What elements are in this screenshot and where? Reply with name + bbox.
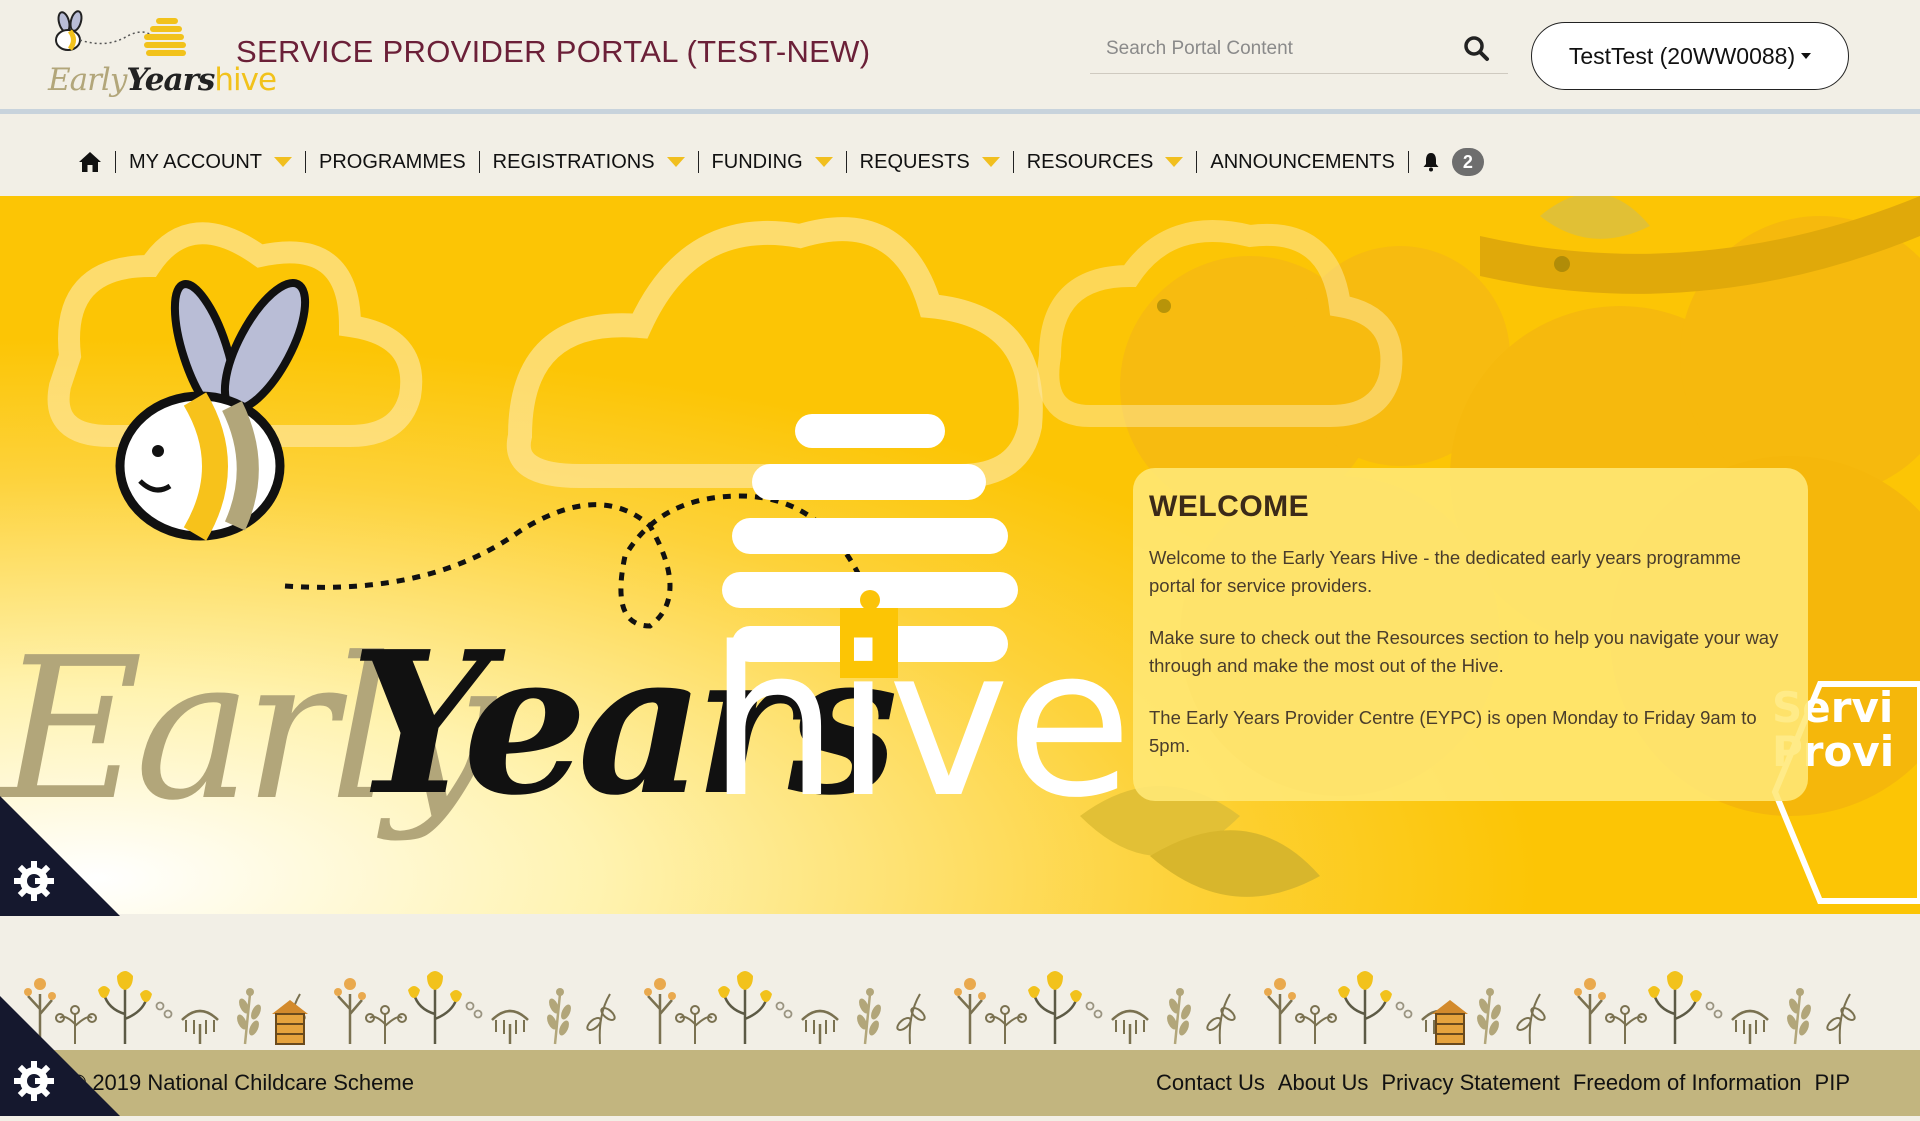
- welcome-paragraph: Welcome to the Early Years Hive - the de…: [1149, 547, 1741, 596]
- copyright-text: © 2019 National Childcare Scheme: [70, 1070, 414, 1095]
- dropdown-arrow-icon: [814, 157, 833, 167]
- nav-programmes[interactable]: PROGRAMMES: [319, 151, 466, 174]
- cookie-settings-button[interactable]: [0, 996, 120, 1116]
- home-icon: [79, 152, 101, 172]
- nav-divider: [1196, 151, 1198, 173]
- welcome-title: WELCOME: [1149, 490, 1310, 523]
- decorative-flower-border: [0, 914, 1920, 1050]
- portal-title: SERVICE PROVIDER PORTAL (TEST-NEW): [236, 34, 871, 69]
- footer-link-contact[interactable]: Contact Us: [1156, 1070, 1265, 1096]
- hero-brand-hive: hive: [708, 603, 1132, 843]
- footer-link-pip[interactable]: PIP: [1815, 1070, 1850, 1096]
- dropdown-arrow-icon: [981, 157, 1000, 167]
- site-footer: © 2019 National Childcare Scheme Contact…: [0, 1050, 1920, 1116]
- welcome-panel: WELCOME Welcome to the Early Years Hive …: [1133, 468, 1808, 801]
- notification-count-badge: 2: [1451, 148, 1484, 176]
- nav-divider: [115, 151, 116, 173]
- search-input[interactable]: [1090, 26, 1450, 72]
- nav-requests-label: REQUESTS: [859, 150, 970, 173]
- cookie-settings-icon: [0, 796, 120, 916]
- nav-funding-label: FUNDING: [711, 150, 803, 173]
- nav-divider: [478, 151, 480, 173]
- main-navigation: MY ACCOUNT PROGRAMMES REGISTRATIONS FUND…: [0, 114, 1920, 196]
- dropdown-arrow-icon: [1165, 157, 1184, 167]
- account-label: TestTest (20WW0088): [1568, 42, 1796, 69]
- nav-home[interactable]: [78, 151, 102, 173]
- nav-divider: [304, 151, 306, 173]
- nav-resources[interactable]: RESOURCES: [1027, 151, 1184, 174]
- nav-my-account-label: MY ACCOUNT: [129, 150, 262, 173]
- hero-banner: Early Years hive Servi Provi WELCOME Wel…: [0, 196, 1920, 914]
- cookie-settings-icon: [0, 996, 120, 1116]
- cookie-settings-button[interactable]: [0, 796, 120, 916]
- nav-divider: [697, 151, 699, 173]
- nav-divider: [1407, 151, 1409, 173]
- welcome-paragraph: The Early Years Provider Centre (EYPC) i…: [1149, 707, 1757, 756]
- caret-down-icon: [1801, 53, 1812, 59]
- dropdown-arrow-icon: [666, 157, 685, 167]
- nav-programmes-label: PROGRAMMES: [318, 150, 466, 173]
- nav-divider: [845, 151, 847, 173]
- nav-announcements-label: ANNOUNCEMENTS: [1210, 150, 1395, 173]
- footer-link-privacy[interactable]: Privacy Statement: [1381, 1070, 1560, 1096]
- nav-my-account[interactable]: MY ACCOUNT: [129, 151, 292, 174]
- nav-funding[interactable]: FUNDING: [712, 151, 833, 174]
- welcome-paragraph: Make sure to check out the Resources sec…: [1149, 627, 1779, 676]
- flower-border-illustration: [22, 969, 1858, 1046]
- early-years-hive-logo[interactable]: EarlyYearshive: [44, 8, 277, 104]
- nav-requests[interactable]: REQUESTS: [860, 151, 1000, 174]
- nav-notifications[interactable]: 2: [1422, 148, 1484, 176]
- search-icon[interactable]: [1460, 32, 1494, 66]
- nav-registrations-label: REGISTRATIONS: [492, 150, 655, 173]
- nav-resources-label: RESOURCES: [1026, 150, 1154, 173]
- account-menu-button[interactable]: TestTest (20WW0088): [1531, 22, 1849, 90]
- dropdown-arrow-icon: [273, 157, 292, 167]
- bell-icon: [1423, 153, 1439, 172]
- search-bar: [1090, 26, 1508, 74]
- footer-links: Contact Us About Us Privacy Statement Fr…: [1156, 1070, 1850, 1096]
- site-header: EarlyYearshive SERVICE PROVIDER PORTAL (…: [0, 0, 1920, 114]
- footer-link-about[interactable]: About Us: [1278, 1070, 1369, 1096]
- nav-registrations[interactable]: REGISTRATIONS: [493, 151, 685, 174]
- footer-link-foi[interactable]: Freedom of Information: [1573, 1070, 1802, 1096]
- nav-announcements[interactable]: ANNOUNCEMENTS: [1210, 151, 1394, 174]
- nav-divider: [1012, 151, 1014, 173]
